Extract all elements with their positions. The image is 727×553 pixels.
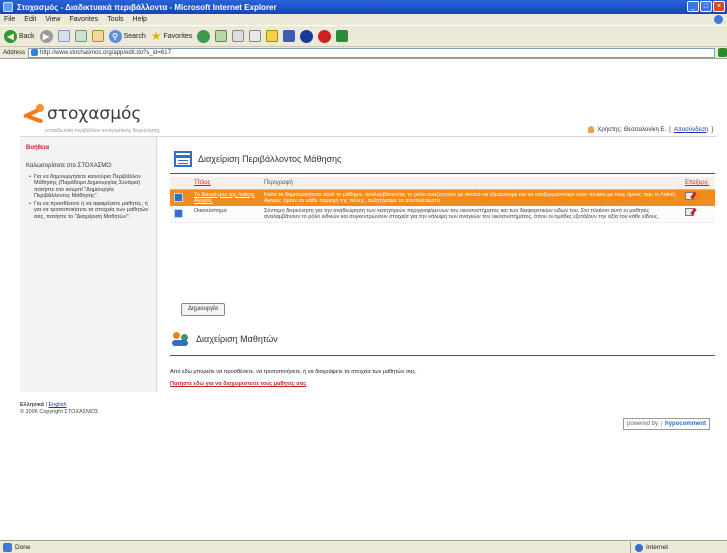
page-icon (31, 49, 39, 56)
search-button[interactable]: ⚲ Search (108, 29, 146, 43)
help-sidebar: Βοήθεια Καλωσορίσατε στο ΣΤΟΧΑΣΜΟ: Για ν… (20, 137, 157, 392)
search-label: Search (123, 32, 146, 40)
favorites-star-icon: ★ (150, 29, 162, 43)
logo-text: στοχασμός (47, 104, 142, 124)
env-section-header: Διαχείριση Περιβάλλοντος Μάθησης (174, 151, 341, 167)
col-header-description: Περιγραφή (260, 177, 681, 190)
bluetooth-icon[interactable] (300, 29, 314, 43)
manage-students-link[interactable]: Πατήστε εδώ για να διαχειριστείτε τους μ… (170, 381, 306, 387)
windows-logo-icon (714, 15, 723, 24)
messenger-icon[interactable] (283, 30, 296, 42)
environment-icon (174, 192, 183, 202)
menu-view[interactable]: View (45, 16, 60, 23)
stop-sign-icon[interactable] (318, 29, 332, 43)
window-controls: _ □ × (687, 1, 725, 12)
user-bar: Χρήστης: Θεσσαλονίκη Ε. [Αποσύνδεση] (588, 126, 713, 133)
students-section-rule (170, 355, 715, 356)
refresh-icon[interactable] (74, 30, 87, 42)
help-list: Για να δημιουργήσετε καινούριο Περιβάλλο… (20, 169, 156, 220)
favorites-label: Favorites (163, 32, 193, 40)
row-description: Καλά τα δημιουργήσατε αυτό το μάθημα, αν… (260, 189, 681, 206)
address-url: http://www.stochasmos.org/app/edit.do?s_… (40, 49, 171, 56)
help-intro: Καλωσορίσατε στο ΣΤΟΧΑΣΜΟ: (26, 163, 113, 169)
go-button[interactable] (718, 48, 727, 57)
address-bar: Address http://www.stochasmos.org/app/ed… (0, 47, 727, 59)
copyright-text: © 2006 Copyright ΣΤΟΧΑΣΜΟΣ (20, 409, 99, 415)
ie-app-icon (3, 2, 13, 12)
forward-button[interactable]: ▶ (39, 29, 53, 43)
window-title: Στοχασμός - Διαδικτυακά περιβάλλοντα - M… (17, 2, 277, 12)
help-item: Για να προσθέσετε ή να αφαιρέσετε μαθητέ… (29, 201, 150, 220)
status-text: Done (15, 543, 31, 551)
col-header-title[interactable]: Τίτλος (190, 177, 260, 190)
user-icon (588, 126, 595, 133)
environments-table: Τίτλος Περιγραφή Επεξεργ. Το δίκτυό μου … (170, 177, 715, 224)
back-arrow-icon: ◀ (4, 29, 17, 43)
site-tagline: εκπαιδευτικό περιβάλλον συνεργατικής διε… (45, 128, 160, 134)
print-icon[interactable] (249, 30, 262, 42)
lang-current: Ελληνικά (20, 402, 44, 408)
minimize-button[interactable]: _ (687, 1, 699, 12)
row-title[interactable]: Το δίκτυό μου της Λαϊκής Αγοράς (190, 189, 260, 206)
browser-toolbar: ◀ Back ▶ ⚲ Search ★ Favorites (0, 25, 727, 47)
table-row[interactable]: Το δίκτυό μου της Λαϊκής Αγοράς Καλά τα … (170, 189, 715, 206)
back-label: Back (19, 32, 35, 40)
user-label: Χρήστης: Θεσσαλονίκη Ε. (597, 126, 667, 133)
tools-icon[interactable] (336, 30, 349, 42)
logo-mark-icon (22, 102, 45, 126)
lang-english-link[interactable]: English (49, 402, 67, 408)
menu-tools[interactable]: Tools (107, 16, 123, 23)
folder-icon[interactable] (266, 30, 279, 42)
table-row[interactable]: Οικοσύστημα Σύντομη διερεύνηση για την α… (170, 205, 715, 224)
students-description: Από εδώ μπορείτε να προσθέσετε, να τροπο… (170, 369, 417, 375)
help-heading: Βοήθεια (26, 145, 50, 151)
internet-zone-icon (635, 543, 643, 552)
stop-icon[interactable] (57, 30, 70, 42)
media-icon[interactable] (197, 29, 211, 43)
logout-link[interactable]: Αποσύνδεση (674, 127, 708, 133)
people-icon (172, 331, 190, 347)
edit-icon[interactable] (685, 207, 694, 216)
history-icon[interactable] (215, 30, 228, 42)
powered-by-brand: hypocomment (661, 421, 709, 427)
zone-label: Internet (646, 544, 669, 551)
menu-favorites[interactable]: Favorites (69, 16, 98, 23)
table-header-row: Τίτλος Περιγραφή Επεξεργ. (170, 177, 715, 190)
students-section-title: Διαχείριση Μαθητών (196, 334, 278, 344)
address-input[interactable]: http://www.stochasmos.org/app/edit.do?s_… (28, 47, 716, 58)
close-button[interactable]: × (713, 1, 725, 12)
table-icon (174, 151, 192, 167)
row-title[interactable]: Οικοσύστημα (190, 205, 260, 224)
home-icon[interactable] (91, 30, 104, 42)
security-zone: Internet (630, 542, 668, 553)
create-environment-button[interactable]: Δημιουργία (181, 303, 225, 316)
menu-help[interactable]: Help (133, 16, 147, 23)
col-header-edit[interactable]: Επεξεργ. (681, 177, 715, 190)
env-section-title: Διαχείριση Περιβάλλοντος Μάθησης (198, 154, 342, 164)
env-section-rule (170, 173, 715, 174)
students-section-header: Διαχείριση Μαθητών (172, 331, 278, 347)
menu-file[interactable]: File (4, 16, 15, 23)
site-logo[interactable]: στοχασμός (22, 102, 142, 126)
address-label: Address (3, 49, 26, 56)
maximize-button[interactable]: □ (700, 1, 712, 12)
help-item: Για να δημιουργήσετε καινούριο Περιβάλλο… (29, 174, 150, 199)
search-icon: ⚲ (108, 29, 122, 43)
menu-edit[interactable]: Edit (24, 16, 36, 23)
footer-left: Ελληνικά | English © 2006 Copyright ΣΤΟΧ… (20, 402, 99, 415)
favorites-button[interactable]: ★ Favorites (151, 29, 193, 43)
back-button[interactable]: ◀ Back (4, 29, 35, 43)
edit-icon[interactable] (685, 191, 694, 200)
window-titlebar: Στοχασμός - Διαδικτυακά περιβάλλοντα - M… (0, 0, 727, 14)
page-done-icon (3, 542, 12, 552)
status-bar: Done Internet (0, 540, 727, 553)
menu-bar: File Edit View Favorites Tools Help (0, 14, 727, 25)
mail-icon[interactable] (232, 30, 245, 42)
powered-by-label: powered by (627, 421, 659, 427)
environment-icon (174, 208, 183, 218)
powered-by-badge[interactable]: powered by hypocomment (623, 418, 711, 430)
row-description: Σύντομη διερεύνηση για την αναθεώρηση τω… (260, 205, 681, 224)
